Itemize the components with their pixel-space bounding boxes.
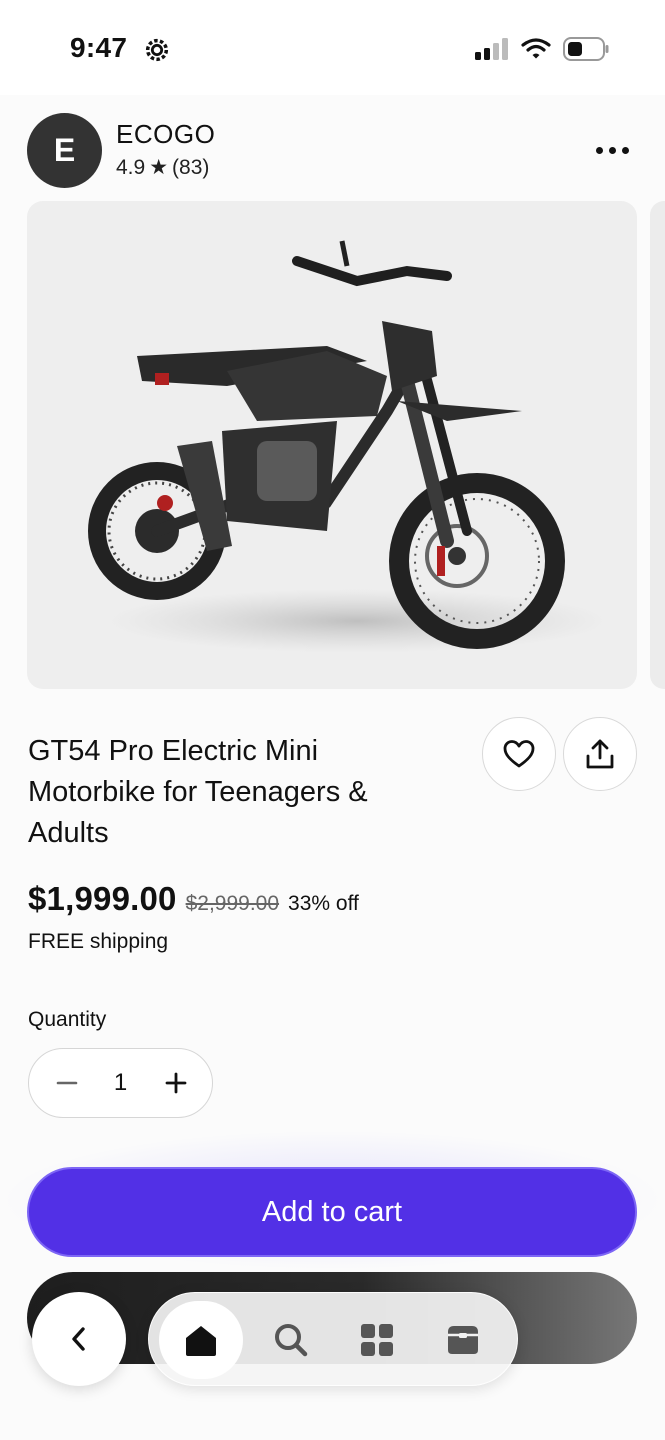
rating-value: 4.9	[116, 155, 146, 179]
gear-icon	[145, 38, 169, 62]
more-options-button[interactable]	[587, 133, 637, 167]
star-icon: ★	[149, 156, 169, 179]
tab-home[interactable]	[159, 1301, 243, 1379]
product-image[interactable]	[27, 201, 637, 689]
seller-header[interactable]: E ECOGO 4.9 ★ (83)	[27, 113, 637, 189]
categories-icon	[361, 1324, 393, 1356]
battery-icon	[563, 37, 609, 61]
back-button[interactable]	[32, 1292, 126, 1386]
quantity-label: Quantity	[28, 1008, 107, 1031]
quantity-stepper[interactable]: 1	[28, 1048, 213, 1118]
favorite-button[interactable]	[482, 717, 556, 791]
add-to-cart-button[interactable]: Add to cart	[27, 1167, 637, 1257]
orders-icon	[448, 1326, 478, 1354]
home-icon	[186, 1326, 216, 1356]
tab-search[interactable]	[249, 1301, 333, 1379]
share-button[interactable]	[563, 717, 637, 791]
back-icon	[72, 1327, 85, 1351]
shop-name[interactable]: ECOGO	[116, 119, 215, 150]
tab-categories[interactable]	[335, 1301, 419, 1379]
review-count: (83)	[172, 155, 210, 179]
product-title: GT54 Pro Electric Mini Motorbike for Tee…	[28, 735, 368, 849]
more-icon-dot	[608, 146, 616, 154]
bottom-tab-bar	[148, 1292, 518, 1386]
status-icons	[475, 37, 609, 61]
next-image-peek[interactable]	[650, 201, 665, 689]
shop-rating: 4.9 ★ (83)	[116, 155, 209, 180]
more-icon-dot	[621, 146, 629, 154]
search-icon	[275, 1324, 308, 1357]
original-price: $2,999.00	[185, 892, 280, 915]
current-price: $1,999.00	[28, 880, 177, 917]
more-icon-dot	[595, 146, 603, 154]
status-time: 9:47	[70, 32, 128, 63]
motorbike-image	[88, 240, 607, 653]
wifi-icon	[521, 38, 551, 59]
share-icon	[586, 739, 614, 769]
tab-orders[interactable]	[421, 1301, 505, 1379]
shipping-info: FREE shipping	[28, 930, 169, 953]
cellular-signal-icon	[475, 38, 508, 60]
heart-icon	[503, 740, 535, 768]
status-bar: 9:47	[0, 0, 665, 95]
shop-avatar[interactable]: E	[27, 113, 102, 188]
price-row: $1,999.00 $2,999.00 33% off	[28, 880, 359, 918]
discount-label: 33% off	[288, 892, 359, 915]
plus-icon[interactable]	[158, 1065, 194, 1101]
